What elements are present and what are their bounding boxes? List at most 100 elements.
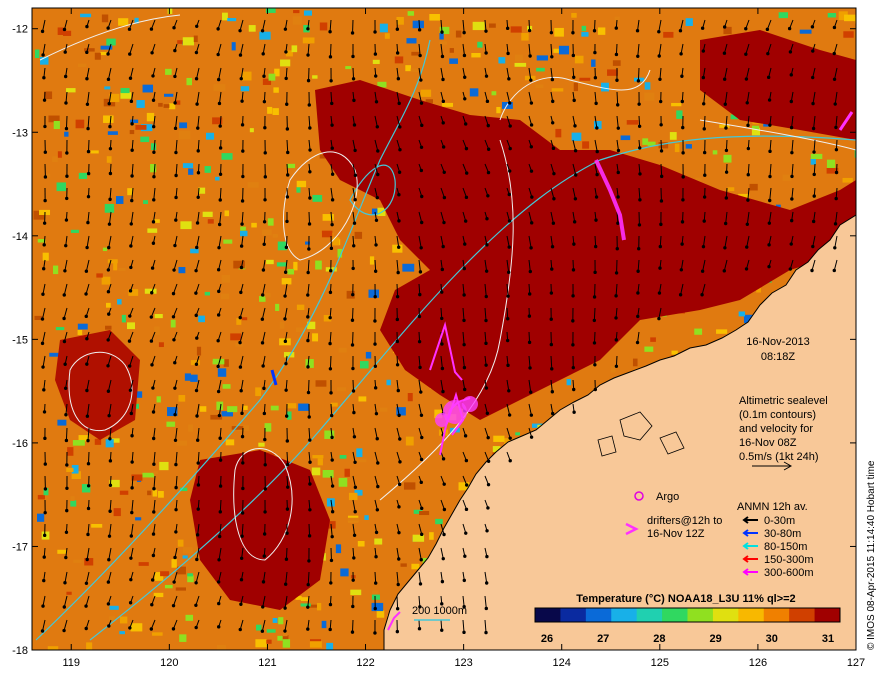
velocity-arrowhead xyxy=(395,27,400,31)
velocity-arrowhead xyxy=(129,534,134,538)
lat-tick-label: -18 xyxy=(12,645,28,657)
velocity-arrowhead xyxy=(373,386,378,390)
velocity-arrowhead xyxy=(722,51,727,55)
velocity-arrowhead xyxy=(151,410,156,414)
sst-pixel xyxy=(723,154,732,163)
sst-pixel xyxy=(37,513,45,522)
sst-pixel xyxy=(376,610,385,618)
sst-pixel xyxy=(350,589,362,596)
velocity-arrowhead xyxy=(328,627,332,632)
velocity-arrowhead xyxy=(419,168,424,173)
velocity-arrowhead xyxy=(593,363,597,367)
sst-pixel xyxy=(166,421,176,427)
sst-pixel xyxy=(287,268,295,275)
velocity-arrowhead xyxy=(194,268,198,273)
velocity-arrow xyxy=(87,451,90,464)
velocity-arrowhead xyxy=(419,220,424,225)
sst-pixel xyxy=(826,159,836,169)
sst-pixel xyxy=(642,138,649,145)
velocity-arrowhead xyxy=(352,410,356,415)
sst-pixel xyxy=(296,187,301,193)
velocity-arrowhead xyxy=(173,386,177,390)
velocity-arrowhead xyxy=(64,101,68,105)
sst-pixel xyxy=(439,33,444,40)
velocity-arrowhead xyxy=(195,336,199,340)
velocity-arrowhead xyxy=(595,149,599,154)
altimetry-line-2: (0.1m contours) xyxy=(739,409,816,421)
velocity-arrowhead xyxy=(486,482,491,487)
velocity-arrowhead xyxy=(463,122,468,126)
sst-pixel xyxy=(674,143,680,153)
velocity-arrowhead xyxy=(811,244,815,249)
sst-pixel xyxy=(555,128,562,138)
velocity-arrowhead xyxy=(43,436,47,441)
sst-pixel xyxy=(582,141,590,149)
velocity-arrowhead xyxy=(353,509,357,514)
sst-pixel xyxy=(163,93,174,97)
velocity-arrowhead xyxy=(834,196,838,201)
velocity-arrowhead xyxy=(463,387,467,392)
velocity-arrowhead xyxy=(506,51,510,56)
velocity-arrowhead xyxy=(746,198,750,202)
lat-tick-label: -16 xyxy=(12,438,28,450)
velocity-arrowhead xyxy=(419,558,423,562)
velocity-arrowhead xyxy=(681,125,685,130)
sst-pixel xyxy=(77,329,83,335)
velocity-arrowhead xyxy=(196,483,201,487)
velocity-arrowhead xyxy=(374,530,379,535)
velocity-arrowhead xyxy=(833,246,837,250)
velocity-arrowhead xyxy=(789,99,794,104)
velocity-arrowhead xyxy=(328,55,333,59)
sst-pixel xyxy=(231,42,236,51)
velocity-arrowhead xyxy=(594,195,599,199)
velocity-arrowhead xyxy=(307,222,312,226)
sst-pixel xyxy=(365,351,372,359)
velocity-arrowhead xyxy=(529,413,534,417)
velocity-arrowhead xyxy=(217,289,221,294)
velocity-arrowhead xyxy=(108,197,112,202)
sst-pixel xyxy=(406,38,417,44)
velocity-arrowhead xyxy=(284,245,289,250)
velocity-arrowhead xyxy=(353,197,357,202)
sst-pixel xyxy=(551,88,564,92)
sst-pixel xyxy=(55,327,65,331)
sst-pixel xyxy=(138,562,149,566)
velocity-arrowhead xyxy=(484,630,488,635)
colorbar-cell xyxy=(611,608,638,622)
velocity-arrowhead xyxy=(330,198,335,202)
velocity-arrowhead xyxy=(353,173,358,178)
sst-pixel xyxy=(102,247,108,252)
sst-pixel xyxy=(146,112,155,122)
sst-pixel xyxy=(282,639,291,648)
sst-pixel xyxy=(311,467,321,476)
lat-tick-label: -12 xyxy=(12,24,28,36)
velocity-arrowhead xyxy=(636,314,640,319)
velocity-arrowhead xyxy=(128,388,133,392)
velocity-arrowhead xyxy=(790,150,794,155)
velocity-arrowhead xyxy=(329,79,333,83)
velocity-arrowhead xyxy=(485,554,489,559)
velocity-arrowhead xyxy=(417,627,422,631)
velocity-arrowhead xyxy=(637,102,641,106)
velocity-arrowhead xyxy=(238,365,243,369)
velocity-arrowhead xyxy=(42,221,47,225)
sst-pixel xyxy=(498,57,506,64)
velocity-arrowhead xyxy=(352,533,357,538)
velocity-arrowhead xyxy=(285,219,289,224)
sst-pixel xyxy=(340,568,349,577)
velocity-arrowhead xyxy=(418,292,422,297)
velocity-arrowhead xyxy=(308,508,312,512)
velocity-arrowhead xyxy=(107,245,111,250)
velocity-arrowhead xyxy=(173,74,177,79)
velocity-arrowhead xyxy=(352,221,357,225)
velocity-arrow xyxy=(593,307,596,321)
sst-pixel xyxy=(347,517,360,522)
velocity-arrowhead xyxy=(594,101,598,106)
velocity-arrowhead xyxy=(306,53,310,57)
velocity-arrowhead xyxy=(241,149,245,153)
velocity-arrowhead xyxy=(350,630,355,634)
velocity-arrowhead xyxy=(330,413,334,418)
velocity-arrowhead xyxy=(262,220,267,224)
velocity-arrowhead xyxy=(529,101,534,105)
velocity-arrowhead xyxy=(440,54,445,59)
